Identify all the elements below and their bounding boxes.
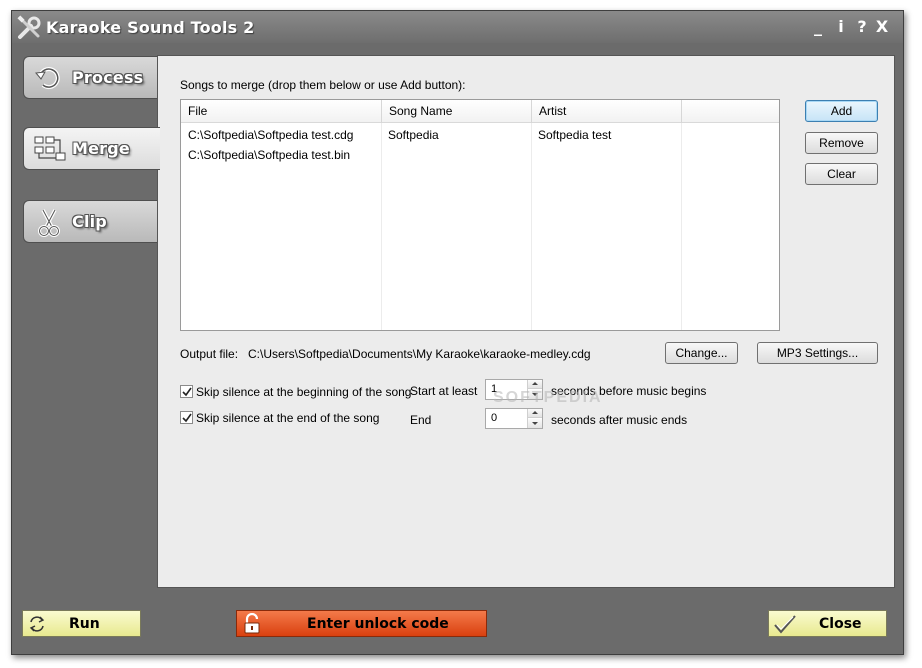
- skip-start-checkbox[interactable]: [180, 385, 193, 398]
- output-file-path: C:\Users\Softpedia\Documents\My Karaoke\…: [248, 347, 591, 361]
- row-1-artist[interactable]: Softpedia test: [538, 128, 611, 142]
- column-divider: [531, 123, 532, 330]
- row-1-song[interactable]: Softpedia: [388, 128, 439, 142]
- songs-list[interactable]: File Song Name Artist C:\Softpedia\Softp…: [180, 99, 780, 331]
- row-2-file[interactable]: C:\Softpedia\Softpedia test.bin: [188, 148, 350, 162]
- end-seconds-suffix: seconds after music ends: [551, 413, 688, 427]
- checkmark-icon: [774, 615, 796, 634]
- tools-icon: [17, 15, 41, 39]
- end-label: End: [410, 413, 432, 427]
- merge-panel: Songs to merge (drop them below or use A…: [157, 55, 895, 588]
- songs-heading: Songs to merge (drop them below or use A…: [180, 78, 466, 92]
- run-label: Run: [69, 616, 100, 632]
- column-divider: [681, 123, 682, 330]
- start-at-least-label: Start at least: [410, 384, 478, 398]
- increment-icon[interactable]: [528, 409, 542, 418]
- column-song-name[interactable]: Song Name: [382, 100, 532, 123]
- stepper-arrows: [527, 409, 542, 428]
- enter-unlock-code-button[interactable]: Enter unlock code: [236, 610, 487, 637]
- app-window: Karaoke Sound Tools 2 _ i ? X Process Me…: [11, 10, 904, 655]
- column-file[interactable]: File: [181, 100, 382, 123]
- merge-icon: [34, 136, 66, 161]
- change-button[interactable]: Change...: [665, 342, 738, 364]
- end-seconds-value[interactable]: 0: [491, 412, 497, 424]
- run-button[interactable]: Run: [22, 610, 141, 637]
- tab-clip[interactable]: Clip: [23, 200, 158, 243]
- help-button[interactable]: ?: [853, 16, 871, 38]
- skip-end-checkbox[interactable]: [180, 411, 193, 424]
- close-window-button[interactable]: X: [873, 16, 891, 38]
- skip-start-label[interactable]: Skip silence at the beginning of the son…: [196, 385, 411, 399]
- tab-label: Clip: [72, 212, 107, 231]
- watermark: SOFTPEDIA: [493, 389, 603, 406]
- remove-button[interactable]: Remove: [805, 132, 878, 154]
- minimize-button[interactable]: _: [809, 16, 827, 38]
- increment-icon[interactable]: [528, 380, 542, 389]
- lock-icon: [244, 613, 260, 634]
- add-button[interactable]: Add: [805, 100, 878, 122]
- tab-merge[interactable]: Merge: [23, 127, 160, 170]
- check-icon: [182, 413, 192, 423]
- close-button[interactable]: Close: [768, 610, 887, 637]
- mp3-settings-button[interactable]: MP3 Settings...: [757, 342, 878, 364]
- tab-label: Process: [72, 68, 144, 87]
- column-extra[interactable]: [682, 100, 779, 123]
- row-1-file[interactable]: C:\Softpedia\Softpedia test.cdg: [188, 128, 353, 142]
- scissors-icon: [38, 209, 60, 237]
- end-seconds-stepper[interactable]: 0: [485, 408, 543, 429]
- list-header: File Song Name Artist: [181, 100, 779, 123]
- tab-process[interactable]: Process: [23, 56, 158, 99]
- close-label: Close: [819, 616, 862, 632]
- column-divider: [381, 123, 382, 330]
- output-file-label: Output file:: [180, 347, 239, 361]
- unlock-label: Enter unlock code: [307, 616, 449, 632]
- run-icon: [29, 616, 45, 632]
- info-button[interactable]: i: [832, 16, 850, 38]
- column-artist[interactable]: Artist: [532, 100, 682, 123]
- title-bar[interactable]: Karaoke Sound Tools 2 _ i ? X: [12, 11, 903, 43]
- decrement-icon[interactable]: [528, 419, 542, 428]
- window-title: Karaoke Sound Tools 2: [46, 18, 255, 37]
- process-icon: [35, 67, 60, 90]
- clear-button[interactable]: Clear: [805, 163, 878, 185]
- tab-label: Merge: [72, 139, 130, 158]
- skip-end-label[interactable]: Skip silence at the end of the song: [196, 411, 379, 425]
- check-icon: [182, 387, 192, 397]
